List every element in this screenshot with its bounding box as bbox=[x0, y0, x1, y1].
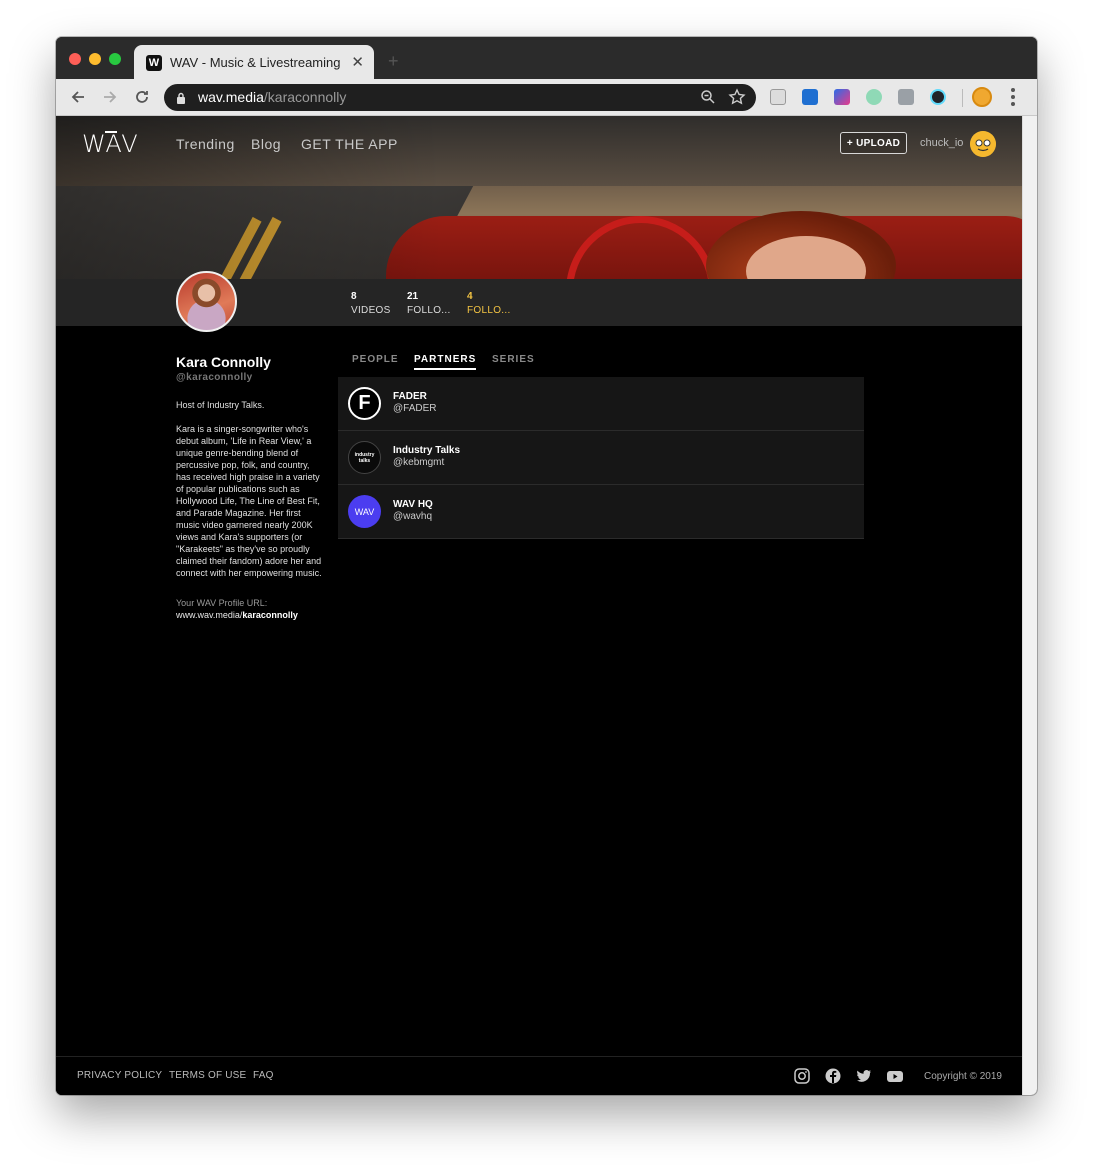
user-avatar[interactable] bbox=[970, 131, 996, 157]
upload-button[interactable]: + UPLOAD bbox=[840, 132, 907, 154]
list-item[interactable]: industry talks Industry Talks @kebmgmt bbox=[338, 431, 864, 485]
site-footer: PRIVACY POLICY TERMS OF USE FAQ Copyrigh… bbox=[56, 1056, 1022, 1095]
site-header: WAV Trending Blog GET THE APP + UPLOAD c… bbox=[56, 116, 1022, 176]
tab-title: WAV - Music & Livestreaming bbox=[170, 55, 341, 70]
browser-tab[interactable]: W WAV - Music & Livestreaming ✕ bbox=[134, 45, 374, 79]
browser-toolbar: wav.media/karaconnolly bbox=[56, 79, 1037, 116]
terms-of-use-link[interactable]: TERMS OF USE bbox=[169, 1070, 246, 1081]
zoom-icon[interactable] bbox=[700, 89, 716, 110]
stat-followers-label: FOLLO... bbox=[407, 305, 451, 316]
fader-logo-icon: F bbox=[348, 387, 381, 420]
back-arrow-icon[interactable] bbox=[68, 87, 88, 107]
stat-following-label: FOLLO... bbox=[467, 305, 511, 316]
close-tab-icon[interactable]: ✕ bbox=[351, 53, 364, 71]
profile-bio: Host of Industry Talks. Kara is a singer… bbox=[176, 399, 326, 591]
wav-logo[interactable]: WAV bbox=[82, 130, 139, 158]
page-viewport: WAV Trending Blog GET THE APP + UPLOAD c… bbox=[56, 116, 1022, 1095]
stat-followers-count: 21 bbox=[407, 291, 419, 302]
browser-menu-icon[interactable] bbox=[1011, 88, 1015, 109]
facebook-icon[interactable] bbox=[824, 1067, 842, 1085]
profile-avatar bbox=[176, 271, 237, 332]
profile-handle: @karaconnolly bbox=[176, 372, 253, 383]
url-text: wav.media/karaconnolly bbox=[198, 89, 347, 105]
partner-name: FADER bbox=[393, 391, 427, 402]
minimize-window-button[interactable] bbox=[89, 53, 101, 65]
partner-name: Industry Talks bbox=[393, 445, 461, 456]
lock-icon bbox=[176, 91, 186, 109]
forward-arrow-icon[interactable] bbox=[100, 87, 120, 107]
partner-handle: @wavhq bbox=[393, 511, 433, 522]
tab-people[interactable]: PEOPLE bbox=[352, 354, 399, 365]
partner-handle: @FADER bbox=[393, 403, 437, 414]
list-item[interactable]: F FADER @FADER bbox=[338, 377, 864, 431]
copyright-text: Copyright © 2019 bbox=[924, 1071, 1002, 1082]
nav-trending-link[interactable]: Trending bbox=[176, 136, 235, 152]
bio-text: Kara is a singer-songwriter who's debut … bbox=[176, 424, 322, 578]
nav-blog-link[interactable]: Blog bbox=[251, 136, 281, 152]
address-bar[interactable]: wav.media/karaconnolly bbox=[164, 84, 756, 111]
stat-videos-count: 8 bbox=[351, 291, 357, 302]
trello-extension-icon[interactable] bbox=[802, 89, 818, 105]
profile-name: Kara Connolly bbox=[176, 354, 271, 370]
partner-handle: @kebmgmt bbox=[393, 457, 445, 468]
stat-following-count: 4 bbox=[467, 291, 473, 302]
stat-followers[interactable]: 21 FOLLO... bbox=[407, 291, 451, 316]
tab-series[interactable]: SERIES bbox=[492, 354, 535, 365]
react-devtools-icon[interactable] bbox=[930, 89, 946, 105]
youtube-icon[interactable] bbox=[886, 1067, 904, 1085]
twitter-icon[interactable] bbox=[855, 1067, 873, 1085]
reload-icon[interactable] bbox=[132, 87, 152, 107]
industry-talks-logo-icon: industry talks bbox=[348, 441, 381, 474]
tab-partners[interactable]: PARTNERS bbox=[414, 354, 477, 370]
stat-videos-label: VIDEOS bbox=[351, 305, 391, 316]
maximize-window-button[interactable] bbox=[109, 53, 121, 65]
partners-list: F FADER @FADER industry talks Industry T… bbox=[338, 377, 864, 539]
stat-videos[interactable]: 8 VIDEOS bbox=[351, 291, 391, 316]
nav-get-app-link[interactable]: GET THE APP bbox=[301, 136, 398, 152]
profile-url-label: Your WAV Profile URL: bbox=[176, 598, 268, 608]
bio-intro: Host of Industry Talks. bbox=[176, 400, 265, 410]
wav-favicon-icon: W bbox=[146, 55, 162, 71]
leaf-extension-icon[interactable] bbox=[866, 89, 882, 105]
browser-profile-avatar[interactable] bbox=[972, 87, 992, 107]
new-tab-icon[interactable]: + bbox=[388, 51, 399, 72]
faq-link[interactable]: FAQ bbox=[253, 1070, 274, 1081]
cast-extension-icon[interactable] bbox=[770, 89, 786, 105]
colorpick-extension-icon[interactable] bbox=[834, 89, 850, 105]
wav-hq-logo-icon: WAV bbox=[348, 495, 381, 528]
privacy-policy-link[interactable]: PRIVACY POLICY bbox=[77, 1070, 162, 1081]
list-item[interactable]: WAV WAV HQ @wavhq bbox=[338, 485, 864, 539]
close-window-button[interactable] bbox=[69, 53, 81, 65]
browser-window: W WAV - Music & Livestreaming ✕ + wav.me… bbox=[56, 37, 1037, 1095]
bookmark-star-icon[interactable] bbox=[728, 88, 746, 111]
profile-url[interactable]: www.wav.media/karaconnolly bbox=[176, 610, 298, 620]
instagram-icon[interactable] bbox=[793, 1067, 811, 1085]
toolbar-separator bbox=[962, 89, 963, 107]
partner-name: WAV HQ bbox=[393, 499, 433, 510]
code-extension-icon[interactable] bbox=[898, 89, 914, 105]
stat-following[interactable]: 4 FOLLO... bbox=[467, 291, 511, 316]
page-scrollbar[interactable] bbox=[1022, 116, 1037, 1095]
username-label[interactable]: chuck_io bbox=[920, 137, 963, 149]
tab-strip: W WAV - Music & Livestreaming ✕ + bbox=[56, 37, 1037, 79]
